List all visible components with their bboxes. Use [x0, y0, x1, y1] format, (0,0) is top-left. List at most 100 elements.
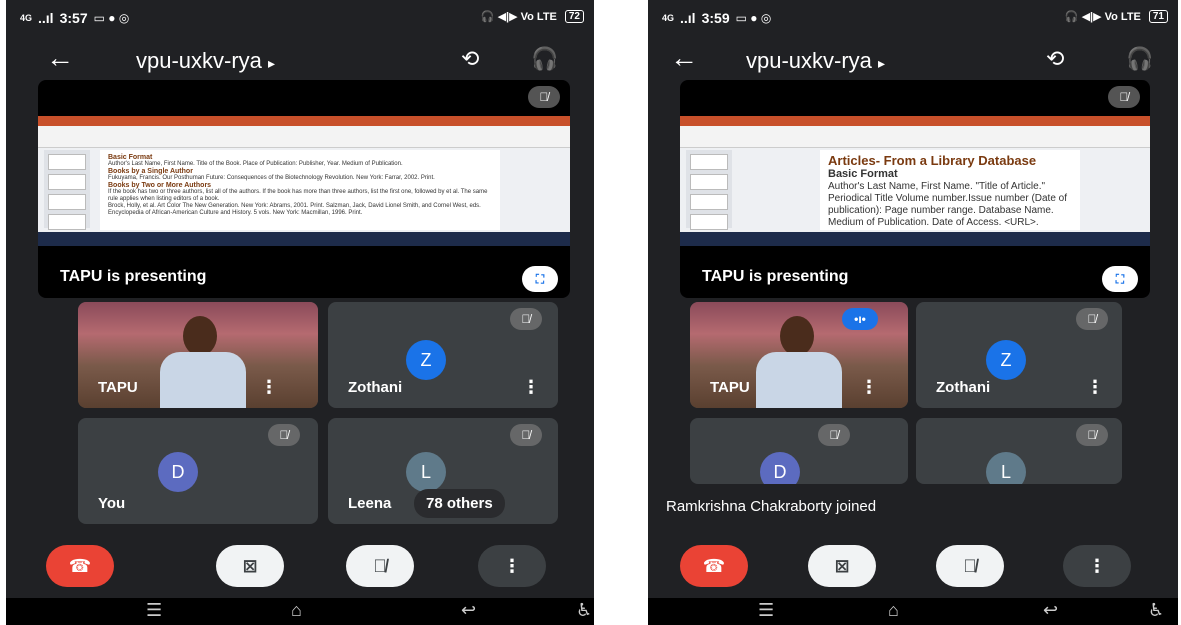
mic-off-icon: 🎙̸ — [510, 308, 542, 330]
person-body — [756, 352, 842, 408]
windows-taskbar — [680, 232, 1150, 246]
audio-output-icon[interactable]: 🎧 — [531, 46, 558, 72]
slide-thumbnails — [686, 150, 732, 230]
slide-heading-1: Basic Format — [108, 154, 153, 161]
avatar: Z — [986, 340, 1026, 380]
clock: 3:57 — [59, 10, 88, 26]
audio-output-icon[interactable]: 🎧 — [1126, 46, 1153, 72]
presenting-label: TAPU is presenting — [60, 268, 207, 285]
flip-camera-icon[interactable]: ⟲ — [461, 46, 479, 72]
camera-off-button[interactable]: ⊠ — [808, 545, 876, 587]
shared-screen-image: Basic Format Author's Last Name, First N… — [38, 116, 570, 246]
accessibility-icon[interactable]: ♿ — [1148, 600, 1164, 621]
mic-off-icon: 🎙̸ — [510, 424, 542, 446]
android-nav-bar: ☰ ⌂ ↩ ♿ — [648, 598, 1178, 625]
chevron-right-icon: ▸ — [878, 55, 886, 71]
mic-off-icon: 🎙̸ — [818, 424, 850, 446]
slide-thumbnails — [44, 150, 90, 230]
slide-bullet-1: Basic Format — [828, 168, 898, 180]
meeting-header: ← vpu-uxkv-rya ▸ ⟲ 🎧 — [648, 40, 1178, 80]
meeting-code-text: vpu-uxkv-rya — [136, 48, 262, 73]
participant-tile-zothani[interactable]: 🎙̸ Z Zothani ⋮ — [916, 302, 1122, 408]
status-right-icons: 🎧 ◀|▶ Vo LTE — [1064, 11, 1141, 23]
shared-screen-image: Articles- From a Library Database Basic … — [680, 116, 1150, 246]
participant-name: Zothani — [936, 379, 991, 396]
windows-taskbar — [38, 232, 570, 246]
slide-heading-3: Books by Two or More Authors — [108, 182, 212, 189]
more-options-button[interactable]: ⋮ — [478, 545, 546, 587]
home-icon[interactable]: ⌂ — [291, 600, 302, 621]
participant-tile-leena[interactable]: 🎙̸ L Leena 78 others — [328, 418, 558, 524]
meeting-header: ← vpu-uxkv-rya ▸ ⟲ 🎧 — [6, 40, 594, 80]
participant-tile-tapu[interactable]: TAPU ⋮ — [78, 302, 318, 408]
status-right-icons: 🎧 ◀|▶ Vo LTE — [480, 11, 557, 23]
participant-name: You — [98, 495, 126, 512]
screen-share-panel[interactable]: 🎙̸ Basic Format Author's Last Name, Firs… — [38, 80, 570, 298]
person-head — [183, 316, 217, 356]
meeting-code[interactable]: vpu-uxkv-rya ▸ — [746, 48, 885, 74]
others-count-badge[interactable]: 78 others — [414, 489, 505, 518]
screen-share-panel[interactable]: 🎙̸ Articles- From a Library Database Bas… — [680, 80, 1150, 298]
accessibility-icon[interactable]: ♿ — [576, 600, 592, 621]
slide-text-3: If the book has two or three authors, li… — [108, 189, 488, 202]
avatar: D — [158, 452, 198, 492]
participant-tile-l[interactable]: 🎙̸ L — [916, 418, 1122, 484]
slide-content: Articles- From a Library Database Basic … — [820, 150, 1080, 230]
signal-icon: ..ıl — [38, 10, 54, 26]
back-arrow-icon[interactable]: ← — [670, 42, 698, 74]
slide-content: Basic Format Author's Last Name, First N… — [100, 150, 500, 230]
mic-off-icon: 🎙̸ — [1076, 308, 1108, 330]
signal-icon: ..ıl — [680, 10, 696, 26]
slide-heading: Articles- From a Library Database — [828, 153, 1037, 168]
camera-off-button[interactable]: ⊠ — [216, 545, 284, 587]
participant-name: Leena — [348, 495, 392, 512]
speaking-indicator-icon: •ı• — [842, 308, 878, 330]
ppt-ribbon — [38, 126, 570, 148]
more-options-icon[interactable]: ⋮ — [260, 377, 278, 398]
avatar: L — [406, 452, 446, 492]
back-arrow-icon[interactable]: ← — [46, 42, 74, 74]
battery-icon: 72 — [564, 10, 584, 23]
avatar: D — [760, 452, 800, 484]
status-icons: ▭ ● ◎ — [735, 11, 772, 25]
android-nav-bar: ☰ ⌂ ↩ ♿ — [6, 598, 594, 625]
ppt-ribbon — [680, 126, 1150, 148]
network-indicator: 4G — [20, 13, 33, 23]
participant-tile-tapu[interactable]: •ı• TAPU ⋮ — [690, 302, 908, 408]
avatar: Z — [406, 340, 446, 380]
ppt-titlebar — [680, 116, 1150, 126]
mic-off-icon: 🎙̸ — [528, 86, 560, 108]
network-indicator: 4G — [662, 13, 675, 23]
mic-off-icon: 🎙̸ — [1108, 86, 1140, 108]
menu-icon[interactable]: ☰ — [758, 600, 774, 621]
meeting-code[interactable]: vpu-uxkv-rya ▸ — [136, 48, 275, 74]
participant-tile-d[interactable]: 🎙̸ D — [690, 418, 908, 484]
nav-back-icon[interactable]: ↩ — [1043, 600, 1058, 621]
menu-icon[interactable]: ☰ — [146, 600, 162, 621]
end-call-button[interactable]: ☎ — [680, 545, 748, 587]
flip-camera-icon[interactable]: ⟲ — [1046, 46, 1064, 72]
more-options-icon[interactable]: ⋮ — [1086, 377, 1104, 398]
nav-back-icon[interactable]: ↩ — [461, 600, 476, 621]
status-icons: ▭ ● ◎ — [93, 11, 130, 25]
participant-tile-zothani[interactable]: 🎙̸ Z Zothani ⋮ — [328, 302, 558, 408]
more-options-icon[interactable]: ⋮ — [860, 377, 878, 398]
mic-off-button[interactable]: 🎙̸ — [936, 545, 1004, 587]
participant-tile-you[interactable]: 🎙̸ D You — [78, 418, 318, 524]
chevron-right-icon: ▸ — [268, 55, 276, 71]
end-call-button[interactable]: ☎ — [46, 545, 114, 587]
status-bar: 4G ..ıl 3:57 ▭ ● ◎ 🎧 ◀|▶ Vo LTE 72 — [6, 0, 594, 34]
mic-off-icon: 🎙̸ — [1076, 424, 1108, 446]
ppt-titlebar — [38, 116, 570, 126]
participant-name: Zothani — [348, 379, 403, 396]
clock: 3:59 — [701, 10, 730, 26]
more-options-button[interactable]: ⋮ — [1063, 545, 1131, 587]
mic-off-icon: 🎙̸ — [268, 424, 300, 446]
fullscreen-icon[interactable]: ⛶ — [1102, 266, 1138, 292]
more-options-icon[interactable]: ⋮ — [522, 377, 540, 398]
home-icon[interactable]: ⌂ — [888, 600, 899, 621]
fullscreen-icon[interactable]: ⛶ — [522, 266, 558, 292]
mic-off-button[interactable]: 🎙̸ — [346, 545, 414, 587]
phone-screen-2: 4G ..ıl 3:59 ▭ ● ◎ 🎧 ◀|▶ Vo LTE 71 ← vpu… — [648, 0, 1178, 625]
presenting-label: TAPU is presenting — [702, 268, 849, 285]
